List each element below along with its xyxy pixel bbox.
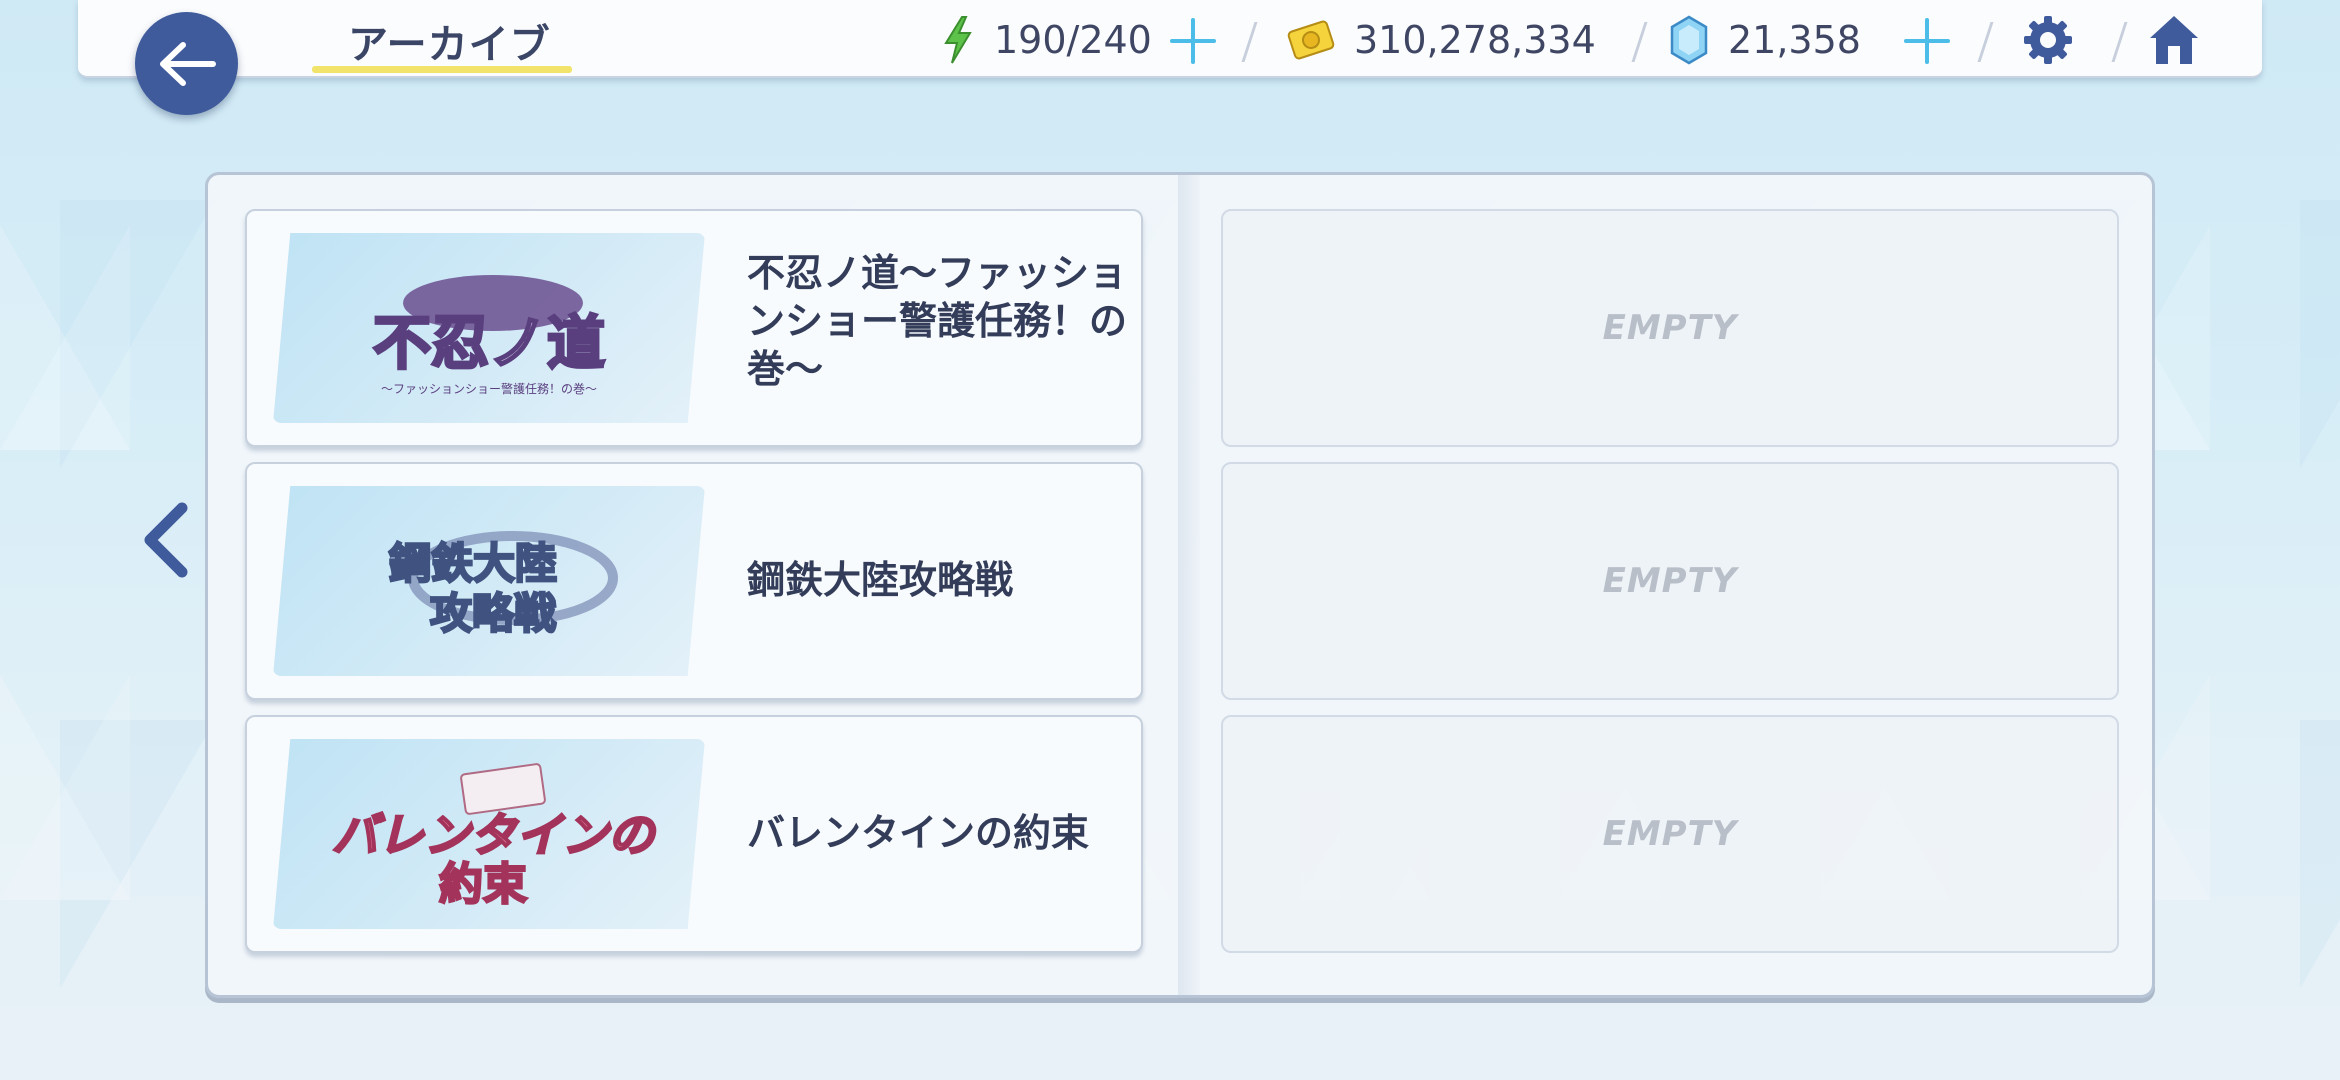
mana-value: 310,278,334 [1354,18,1596,62]
stamina-counter: 190/240 [940,14,1152,66]
gear-icon[interactable] [2020,12,2076,68]
add-jewel-button[interactable] [1904,18,1950,64]
empty-slot: EMPTY [1221,715,2119,953]
event-card[interactable]: バレンタインの 約束 バレンタインの約束 [245,715,1143,953]
empty-label: EMPTY [1602,308,1738,348]
divider [1977,22,1994,62]
banner-title: 約束 [439,859,527,910]
divider [1631,22,1648,62]
event-card[interactable]: 不忍ノ道 〜ファッションショー警護任務！の巻〜 不忍ノ道〜ファッションショー警護… [245,209,1143,447]
chevron-left-icon[interactable] [138,500,192,580]
panel-divider [1178,175,1200,995]
empty-label: EMPTY [1602,814,1738,854]
banner-title: 攻略戦 [430,589,556,638]
jewel-icon [1670,15,1708,65]
archive-panel: 不忍ノ道 〜ファッションショー警護任務！の巻〜 不忍ノ道〜ファッションショー警護… [205,172,2155,998]
home-icon[interactable] [2146,12,2202,68]
empty-slot: EMPTY [1221,209,2119,447]
event-card[interactable]: 鋼鉄大陸 攻略戦 鋼鉄大陸攻略戦 [245,462,1143,700]
top-bar: アーカイブ 190/240 310,278,334 21,358 [78,0,2262,78]
event-title: バレンタインの約束 [747,811,1090,855]
event-title: 不忍ノ道〜ファッションショー警護任務！の巻〜 [747,251,1128,391]
page-title: アーカイブ [348,22,551,68]
jewel-value: 21,358 [1728,18,1861,62]
banner-subtitle: 〜ファッションショー警護任務！の巻〜 [381,381,597,396]
lightning-icon [944,16,972,64]
jewel-counter: 21,358 [1668,14,1861,66]
event-title: 鋼鉄大陸攻略戦 [747,558,1014,602]
banner-title: 鋼鉄大陸 [389,539,557,588]
add-stamina-button[interactable] [1170,18,1216,64]
event-banner: 不忍ノ道 〜ファッションショー警護任務！の巻〜 [273,233,705,423]
stamina-value: 190/240 [994,18,1152,62]
divider [2111,22,2128,62]
back-button[interactable] [135,12,238,115]
empty-label: EMPTY [1602,561,1738,601]
banner-title: 不忍ノ道 [373,309,605,377]
arrow-left-icon [159,41,216,86]
banner-title: バレンタインの [332,808,657,862]
divider [1241,22,1258,62]
empty-slot: EMPTY [1221,462,2119,700]
mana-counter: 310,278,334 [1286,14,1596,66]
event-banner: バレンタインの 約束 [273,739,705,929]
event-banner: 鋼鉄大陸 攻略戦 [273,486,705,676]
title-underline [312,66,572,73]
mana-coin-icon [1287,20,1335,60]
